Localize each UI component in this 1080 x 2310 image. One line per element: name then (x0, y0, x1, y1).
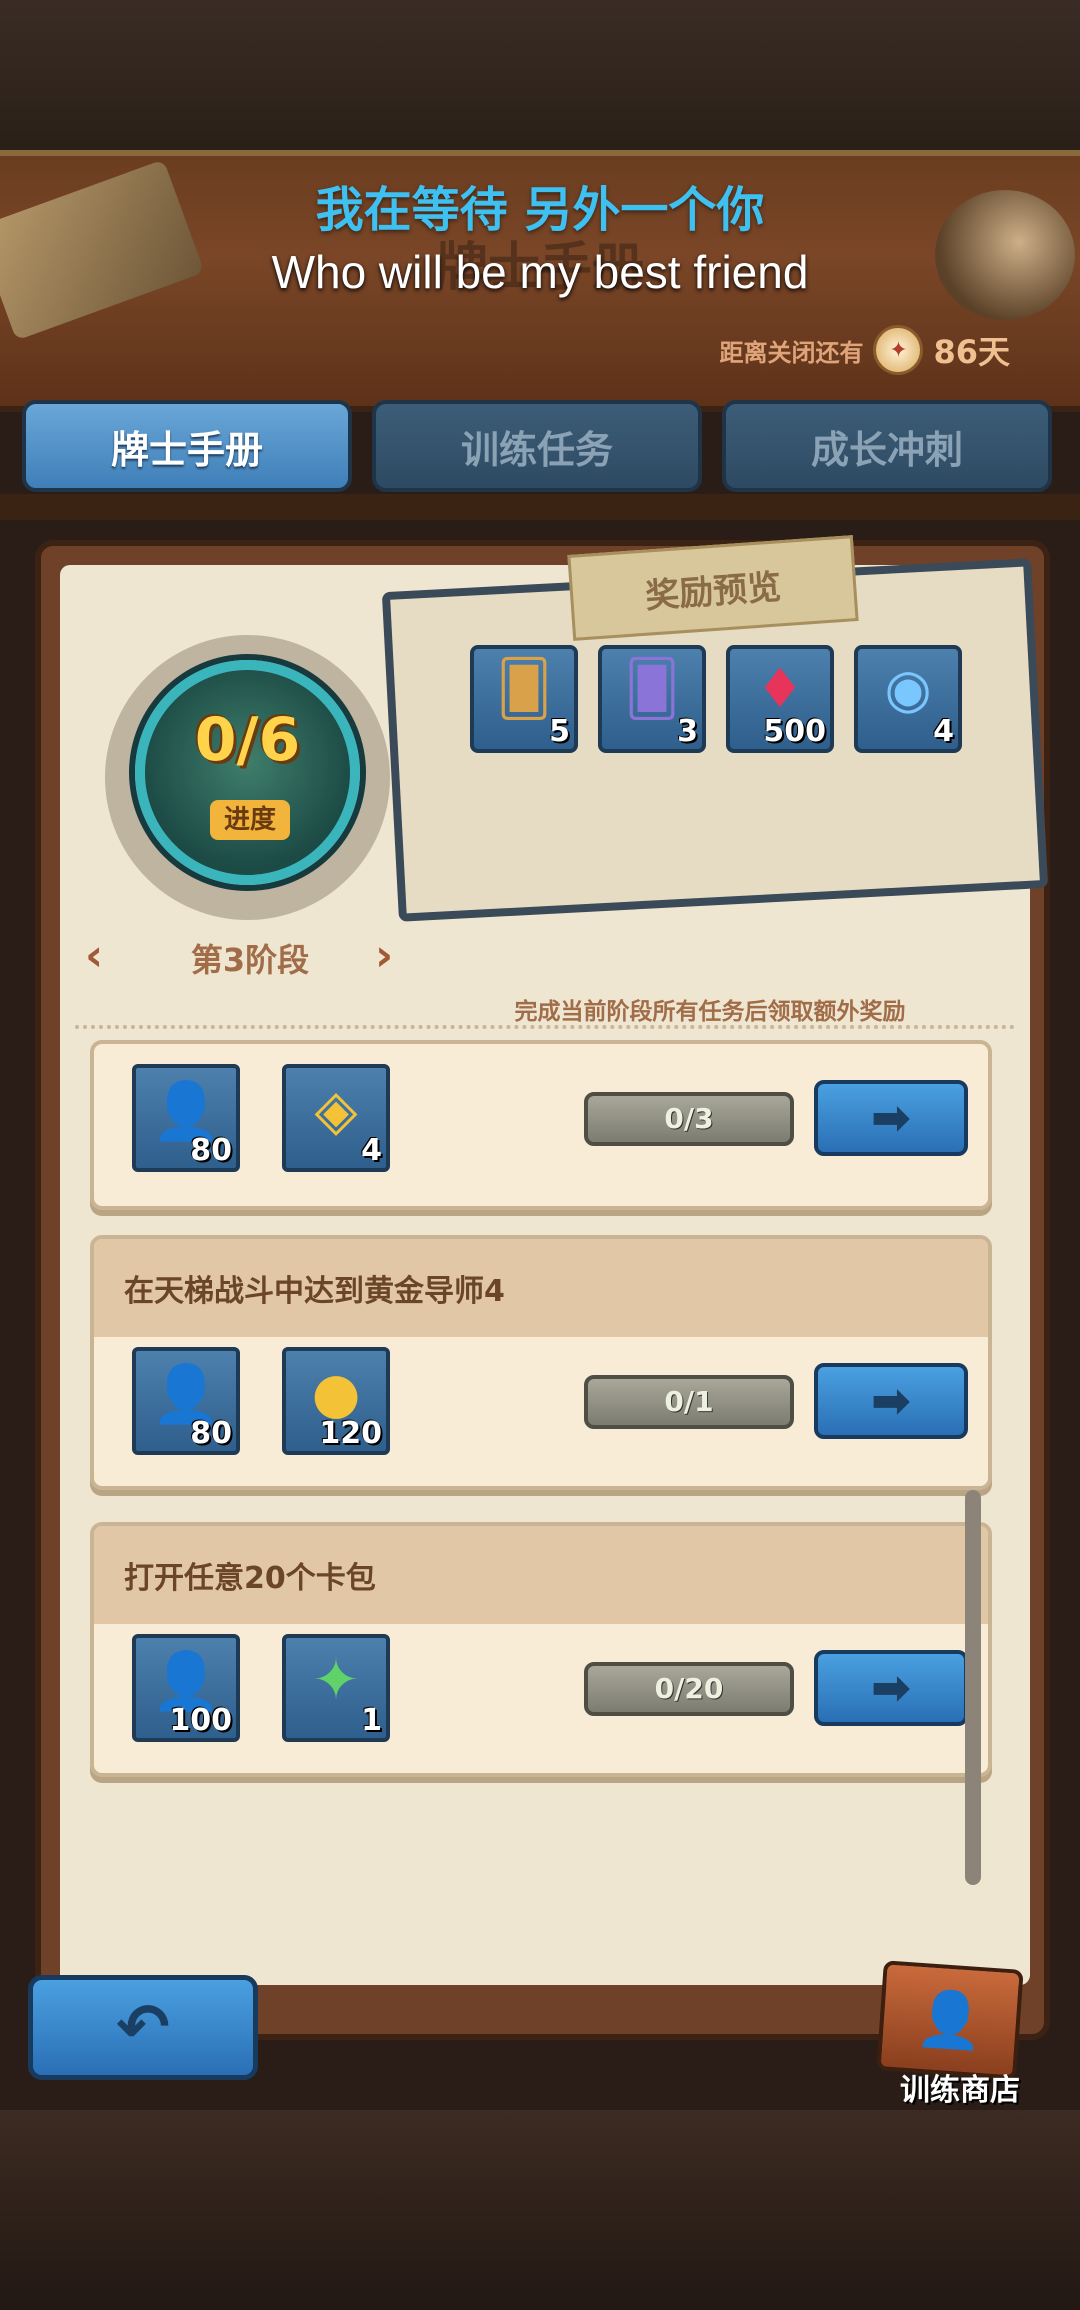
task-progress: 0/3 (584, 1092, 794, 1146)
card-pack-purple-icon[interactable]: 🂠 3 (598, 645, 706, 753)
reward-count: 100 (169, 1703, 232, 1738)
trainer-xp-icon[interactable]: 👤 80 (132, 1347, 240, 1455)
card-pack-bronze-glyph: 🂠 (496, 657, 552, 720)
go-button[interactable]: ➡ (814, 1650, 968, 1726)
tab-growth-sprint[interactable]: 成长冲刺 (722, 400, 1052, 492)
tab-training-tasks[interactable]: 训练任务 (372, 400, 702, 492)
subtitle-en: Who will be my best friend (271, 246, 809, 298)
go-button[interactable]: ➡ (814, 1363, 968, 1439)
reward-preview-caption: 完成当前阶段所有任务后领取额外奖励 (514, 999, 906, 1025)
reward-count: 4 (933, 714, 954, 749)
progress-label: 进度 (210, 800, 290, 840)
task-card: 👤 80 ◈ 4 0/3 ➡ (90, 1040, 992, 1210)
task-card: 打开任意20个卡包 👤 100 ✦ 1 0/20 ➡ (90, 1522, 992, 1777)
task-card: 在天梯战斗中达到黄金导师4 👤 80 ● 120 0/1 ➡ (90, 1235, 992, 1490)
countdown: 距离关闭还有 ✦ 86天 (719, 325, 1010, 375)
task-body: 👤 100 ✦ 1 0/20 ➡ (94, 1624, 988, 1774)
gold-crystal-coin-icon[interactable]: ◈ 4 (282, 1064, 390, 1172)
task-title: 在天梯战斗中达到黄金导师4 (94, 1239, 988, 1337)
ruby-gem-icon[interactable]: ♦ 500 (726, 645, 834, 753)
back-button[interactable]: ↶ (28, 1975, 258, 2080)
task-title: 打开任意20个卡包 (94, 1526, 988, 1624)
clock-icon: ✦ (873, 325, 924, 375)
tab-card-handbook[interactable]: 牌士手册 (22, 400, 352, 492)
stage-label: 第3阶段 (190, 941, 310, 979)
chevron-left-icon[interactable]: ‹ (85, 930, 103, 981)
bottom-background (0, 2110, 1080, 2310)
rainbow-orb-icon[interactable]: ◉ 4 (854, 645, 962, 753)
gold-coin-icon[interactable]: ● 120 (282, 1347, 390, 1455)
subtitle-cn: 我在等待 另外一个你 (315, 182, 765, 238)
task-progress: 0/20 (584, 1662, 794, 1716)
card-pack-bronze-icon[interactable]: 🂠 5 (470, 645, 578, 753)
ruby-gem-glyph: ♦ (755, 657, 805, 720)
reward-count: 3 (677, 714, 698, 749)
reward-count: 4 (361, 1133, 382, 1168)
task-progress: 0/1 (584, 1375, 794, 1429)
reward-count: 500 (763, 714, 826, 749)
progress-value: 0/6 (194, 705, 301, 775)
trainer-xp-icon[interactable]: 👤 80 (132, 1064, 240, 1172)
go-button[interactable]: ➡ (814, 1080, 968, 1156)
reward-count: 120 (319, 1416, 382, 1451)
reward-preview-items: 🂠 5 🂠 3 ♦ 500 ◉ 4 (470, 645, 962, 753)
rainbow-orb-glyph: ◉ (884, 657, 932, 720)
chevron-right-icon[interactable]: › (375, 930, 393, 981)
dotted-divider (75, 1025, 1015, 1037)
countdown-label: 距离关闭还有 (719, 338, 864, 367)
trainer-xp-icon[interactable]: 👤 100 (132, 1634, 240, 1742)
task-body: 👤 80 ◈ 4 0/3 ➡ (94, 1044, 988, 1194)
reward-count: 1 (361, 1703, 382, 1738)
top-background (0, 0, 1080, 150)
training-shop-label[interactable]: 训练商店 (860, 2065, 1060, 2109)
reward-count: 5 (549, 714, 570, 749)
card-pack-purple-glyph: 🂠 (624, 657, 680, 720)
countdown-value: 86天 (933, 333, 1010, 371)
scrollbar[interactable] (965, 1490, 981, 1885)
task-body: 👤 80 ● 120 0/1 ➡ (94, 1337, 988, 1487)
training-shop-icon[interactable]: 👤 (876, 1960, 1024, 2080)
tab-strip (0, 494, 1080, 520)
reward-count: 80 (190, 1416, 232, 1451)
green-crystal-icon[interactable]: ✦ 1 (282, 1634, 390, 1742)
reward-count: 80 (190, 1133, 232, 1168)
